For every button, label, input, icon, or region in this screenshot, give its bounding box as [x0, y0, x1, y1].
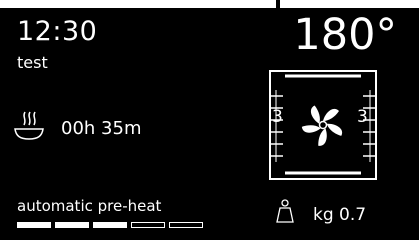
shelf-level-right: 3	[357, 107, 368, 127]
preheat-segment	[17, 222, 51, 228]
temperature-display[interactable]: 180°	[293, 10, 397, 60]
program-name[interactable]: test	[17, 53, 48, 73]
weight-icon	[276, 199, 294, 223]
convection-fan-icon	[301, 105, 343, 146]
food-weight[interactable]: kg 0.7	[313, 205, 366, 225]
clock-time: 12:30	[17, 16, 98, 47]
cooking-duration[interactable]: 00h 35m	[61, 118, 141, 140]
preheat-segment	[169, 222, 203, 228]
preheat-segment	[55, 222, 89, 228]
steam-dish-icon	[14, 111, 44, 140]
shelf-level-left: 3	[272, 107, 283, 127]
top-bar-segment-left	[0, 0, 276, 8]
top-status-bar	[0, 0, 419, 8]
preheat-segment	[131, 222, 165, 228]
top-bar-segment-right	[280, 0, 419, 8]
preheat-segment	[93, 222, 127, 228]
preheat-label: automatic pre-heat	[17, 197, 162, 215]
